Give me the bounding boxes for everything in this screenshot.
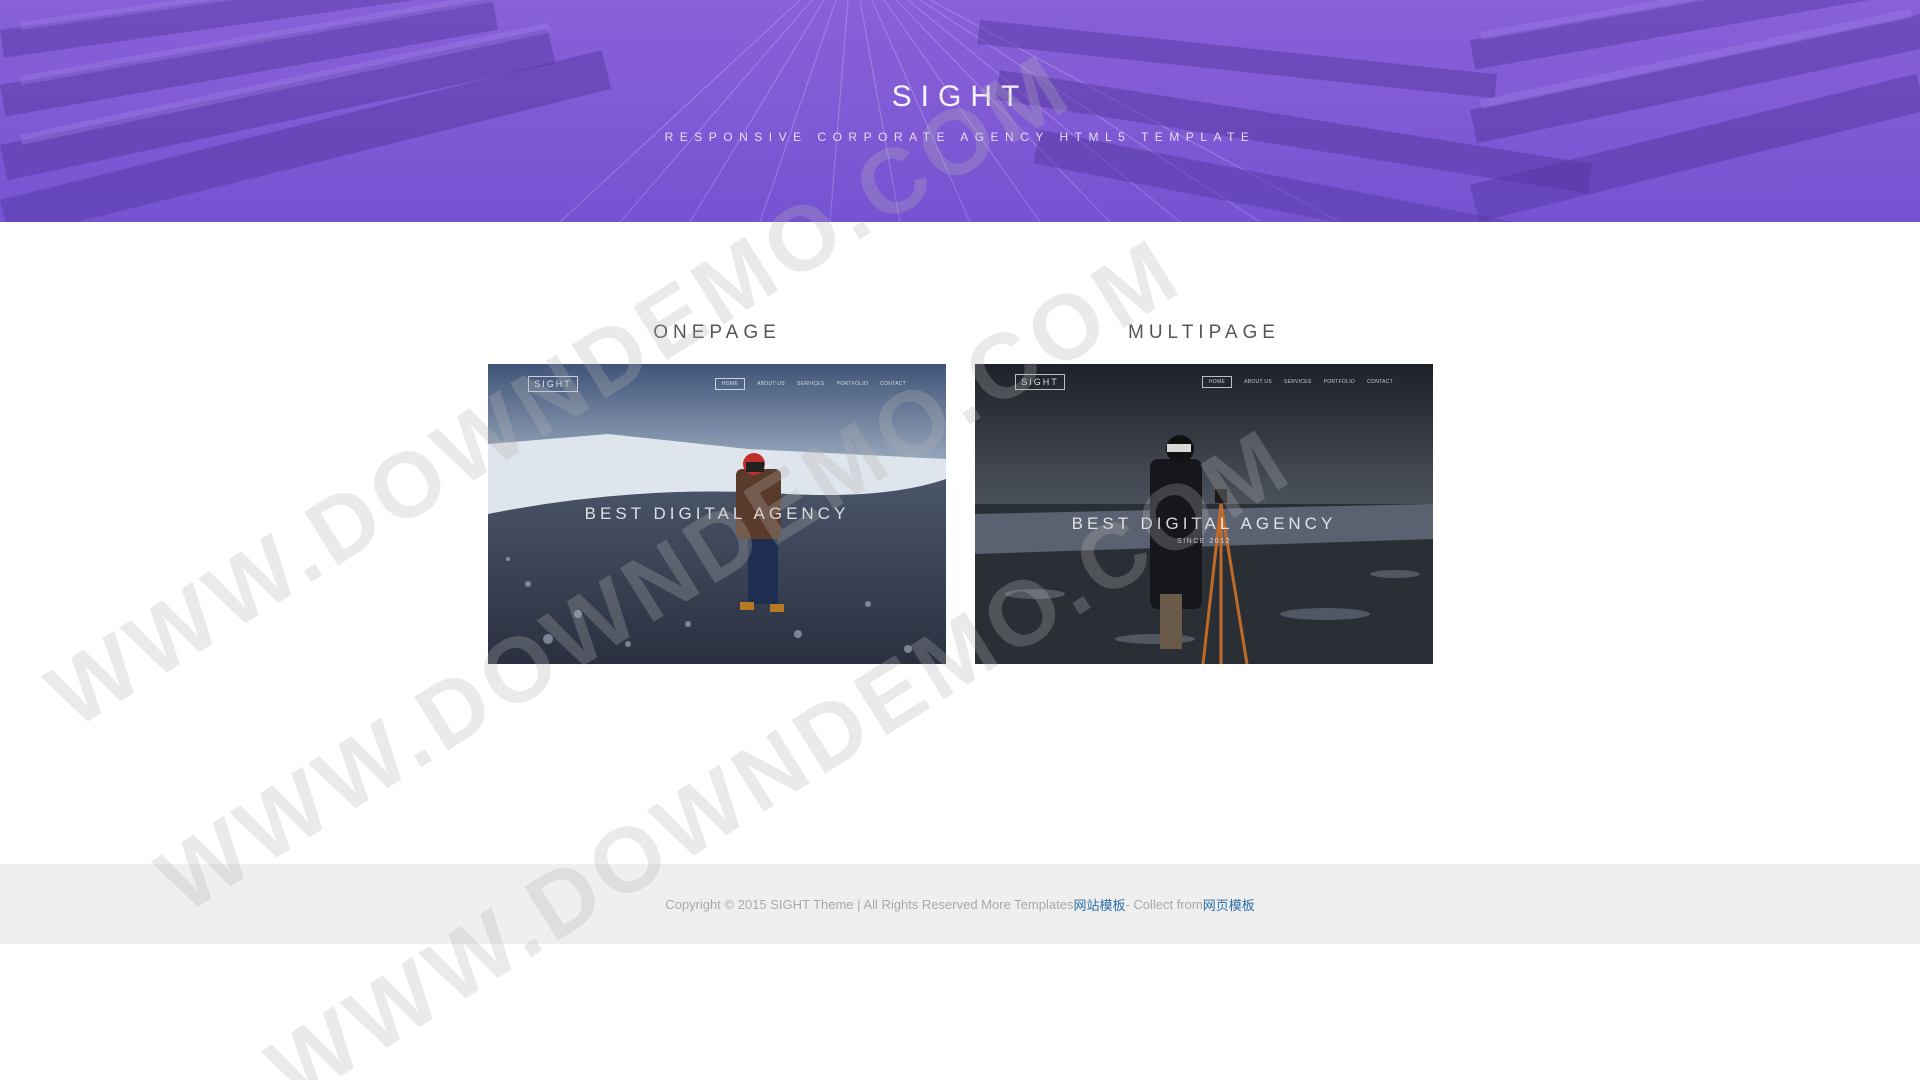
- onepage-thumb-nav: HOME ABOUT US SERVICES PORTFOLIO CONTACT: [714, 378, 906, 390]
- onepage-preview-link[interactable]: SIGHT HOME ABOUT US SERVICES PORTFOLIO C…: [488, 364, 946, 664]
- multipage-preview-link[interactable]: SIGHT HOME ABOUT US SERVICES PORTFOLIO C…: [975, 364, 1433, 664]
- demo-onepage: ONEPAGE SIGHT HOME ABOUT US SERVICES POR…: [488, 318, 946, 664]
- multipage-thumb-nav-home: HOME: [1201, 376, 1233, 388]
- multipage-thumb-nav-about: ABOUT US: [1244, 379, 1272, 385]
- multipage-thumb-nav-portfolio: PORTFOLIO: [1323, 379, 1356, 385]
- multipage-thumb-headline: BEST DIGITAL AGENCY: [1071, 514, 1337, 533]
- onepage-thumb-nav-portfolio: PORTFOLIO: [836, 381, 869, 387]
- demo-multipage: MULTIPAGE SIGHT HOME ABOUT US SERVICES P…: [975, 318, 1433, 664]
- onepage-thumb-nav-home: HOME: [714, 378, 746, 390]
- onepage-title-link[interactable]: ONEPAGE: [488, 318, 946, 348]
- footer: Copyright © 2015 SIGHT Theme | All Right…: [0, 864, 1920, 944]
- multipage-title-link[interactable]: MULTIPAGE: [975, 318, 1433, 348]
- footer-link-webpage-templates[interactable]: 网页模板: [1203, 895, 1255, 914]
- footer-collect-from: - Collect from: [1125, 896, 1203, 912]
- hero-banner: SIGHT RESPONSIVE CORPORATE AGENCY HTML5 …: [0, 0, 1920, 222]
- multipage-thumb-since: SINCE 2012: [1177, 538, 1231, 545]
- site-title: SIGHT: [891, 80, 1029, 113]
- onepage-thumb-nav-contact: CONTACT: [880, 381, 906, 387]
- multipage-thumb-nav: HOME ABOUT US SERVICES PORTFOLIO CONTACT: [1201, 376, 1393, 388]
- site-subtitle: RESPONSIVE CORPORATE AGENCY HTML5 TEMPLA…: [664, 130, 1256, 144]
- multipage-thumb-logo: SIGHT: [1015, 374, 1065, 390]
- multipage-thumb-nav-contact: CONTACT: [1367, 379, 1393, 385]
- footer-link-website-templates[interactable]: 网站模板: [1073, 895, 1125, 914]
- onepage-thumb-logo: SIGHT: [528, 376, 578, 392]
- onepage-thumb-headline: BEST DIGITAL AGENCY: [584, 504, 850, 523]
- multipage-thumb-nav-services: SERVICES: [1283, 379, 1312, 385]
- onepage-thumb-nav-services: SERVICES: [796, 381, 825, 387]
- footer-copyright: Copyright © 2015 SIGHT Theme | All Right…: [665, 896, 1074, 912]
- onepage-thumb-nav-about: ABOUT US: [757, 381, 785, 387]
